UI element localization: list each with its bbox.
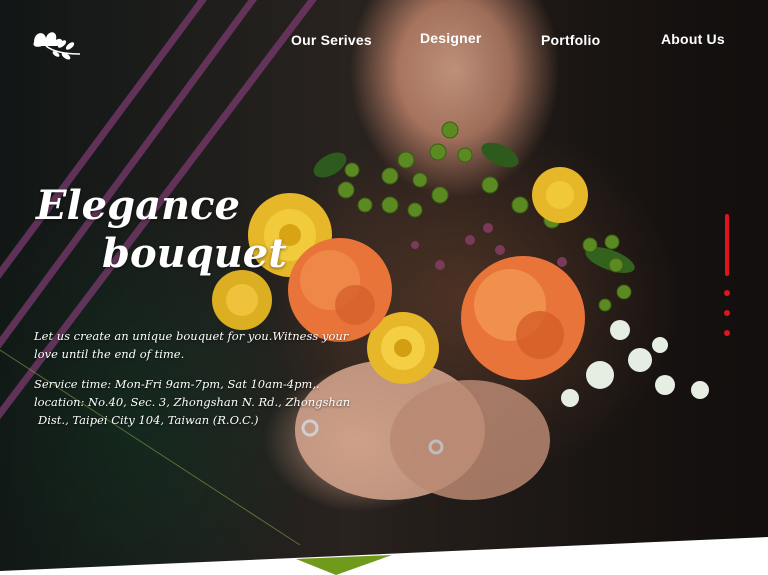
pager-dot[interactable] [724,290,730,296]
nav-portfolio[interactable]: Portfolio [541,32,600,48]
tagline-line2: love until the end of time. [34,347,185,361]
flower-leaf-icon[interactable] [30,24,82,62]
service-time: Service time: Mon-Fri 9am-7pm, Sat 10am-… [34,377,320,391]
pager-dot[interactable] [724,310,730,316]
pager-dot[interactable] [724,330,730,336]
slide-pager [722,214,732,336]
pager-active-indicator[interactable] [725,214,729,276]
location-line1: location: No.40, Sec. 3, Zhongshan N. Rd… [34,395,351,409]
hero-section: Our Serives Designer Portfolio About Us … [0,0,768,575]
hero-title-line2: bouquet [102,230,287,277]
nav-our-services[interactable]: Our Serives [291,32,372,48]
hero-title-line1: Elegance [36,182,240,229]
nav-about-us[interactable]: About Us [661,31,725,47]
hero-title: Elegance bouquet [36,182,287,278]
hero-tagline: Let us create an unique bouquet for you.… [34,327,394,363]
location-line2: Dist., Taipei City 104, Taiwan (R.O.C.) [38,413,259,427]
nav-designer[interactable]: Designer [420,30,482,46]
service-info: Service time: Mon-Fri 9am-7pm, Sat 10am-… [34,375,404,429]
tagline-line1: Let us create an unique bouquet for you.… [34,329,349,343]
footer-wedge [0,537,768,575]
bouquet-illustration [212,121,709,500]
